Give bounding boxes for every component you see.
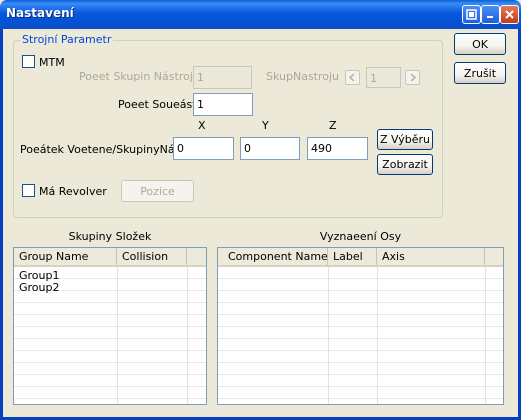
column-header-label[interactable]: Label	[328, 248, 377, 265]
axis-marking-table[interactable]: Component Name Label Axis	[217, 247, 504, 405]
origin-label: Poeátek Voetene/SkupinyNást	[20, 143, 185, 156]
folder-groups-caption: Skupiny Složek	[68, 230, 152, 243]
parts-count-label: Poeet Soueástí	[118, 98, 200, 111]
ok-button[interactable]: OK	[454, 33, 506, 55]
column-divider	[485, 267, 486, 404]
column-divider	[117, 267, 118, 404]
position-button[interactable]: Pozice	[121, 180, 194, 202]
column-header-component-name[interactable]: Component Name	[218, 248, 328, 265]
axis-marking-gridlines	[218, 267, 503, 404]
cancel-button[interactable]: Zrušit	[454, 62, 506, 84]
table-row-group2[interactable]: Group2	[19, 281, 60, 294]
title-bar[interactable]	[0, 0, 521, 29]
origin-y-input[interactable]: 0	[240, 137, 300, 160]
axis-marking-header: Component Name Label Axis	[218, 248, 503, 267]
column-header-collision[interactable]: Collision	[117, 248, 187, 265]
help-icon[interactable]	[462, 5, 481, 24]
chevron-left-icon	[349, 74, 355, 81]
folder-groups-header: Group Name Collision	[14, 248, 206, 267]
tool-group-input[interactable]: 1	[366, 67, 401, 88]
column-header-axis[interactable]: Axis	[377, 248, 485, 265]
window-frame-left	[0, 29, 3, 420]
window-title: Nastavení	[6, 6, 74, 20]
parts-count-input[interactable]: 1	[193, 93, 253, 116]
chevron-right-icon	[410, 74, 416, 81]
axis-y-label: Y	[262, 119, 269, 132]
has-revolver-checkbox[interactable]	[22, 184, 35, 197]
close-icon[interactable]	[500, 5, 519, 24]
has-revolver-label: Má Revolver	[39, 185, 107, 198]
folder-groups-table[interactable]: Group Name Collision Group1 Group2	[13, 247, 207, 405]
mtm-checkbox[interactable]	[22, 55, 35, 68]
column-divider	[377, 267, 378, 404]
tool-group-next-button[interactable]	[405, 70, 420, 85]
axis-x-label: X	[198, 119, 206, 132]
tool-groups-count-label: Poeet Skupin Nástroju	[79, 70, 200, 83]
column-divider	[328, 267, 329, 404]
column-header-filler	[485, 248, 503, 265]
from-selection-button[interactable]: Z Výběru	[377, 129, 433, 150]
axis-marking-caption: Vyznaeení Osy	[319, 230, 402, 243]
show-button[interactable]: Zobrazit	[377, 154, 433, 175]
column-header-group-name[interactable]: Group Name	[14, 248, 117, 265]
tool-group-prev-button[interactable]	[345, 70, 360, 85]
origin-x-input[interactable]: 0	[173, 137, 234, 160]
column-header-filler	[187, 248, 206, 265]
tool-groups-count-input[interactable]: 1	[193, 66, 252, 89]
origin-z-input[interactable]: 490	[307, 137, 368, 160]
minimize-icon[interactable]	[481, 5, 500, 24]
column-divider	[187, 267, 188, 404]
mtm-label: MTM	[39, 56, 65, 69]
tool-group-label: SkupNastroju	[266, 70, 340, 83]
group-legend: Strojní Parametr	[20, 33, 114, 46]
axis-z-label: Z	[329, 119, 337, 132]
